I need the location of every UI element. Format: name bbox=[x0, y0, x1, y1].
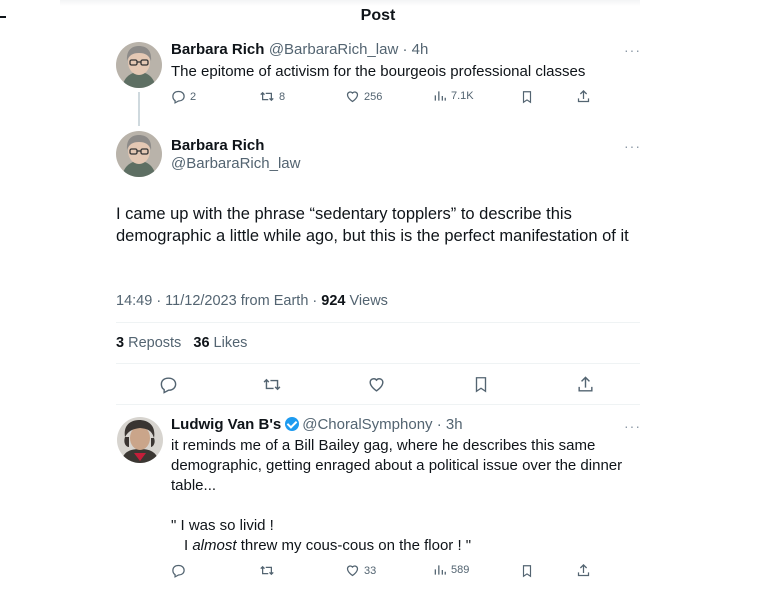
reply-button[interactable] bbox=[159, 375, 178, 399]
views-button[interactable]: 589 bbox=[433, 563, 469, 577]
repost-icon bbox=[260, 565, 274, 576]
quote-line-1: " I was so livid ! bbox=[171, 517, 274, 534]
page-title: Post bbox=[360, 7, 396, 24]
repost-button[interactable] bbox=[259, 563, 275, 578]
reply-icon bbox=[160, 377, 177, 394]
author-name[interactable]: Barbara Rich bbox=[171, 41, 264, 58]
reply-button[interactable] bbox=[171, 563, 186, 578]
tweet-time[interactable]: 4h bbox=[412, 41, 429, 58]
parent-tweet-header: Barbara Rich @BarbaraRich_law · 4h bbox=[171, 41, 429, 58]
repost-button[interactable]: 8 bbox=[259, 89, 285, 104]
like-count: 256 bbox=[364, 90, 383, 103]
views-icon bbox=[434, 565, 446, 575]
share-button[interactable] bbox=[576, 375, 595, 399]
divider bbox=[116, 404, 640, 405]
top-fade bbox=[60, 0, 640, 6]
tweet-text: it reminds me of a Bill Bailey gag, wher… bbox=[171, 437, 623, 494]
like-count: 33 bbox=[364, 564, 377, 577]
tweet-meta: 14:49 · 11/12/2023 from Earth · 924 View… bbox=[116, 293, 388, 309]
quote-emphasis: almost bbox=[192, 537, 237, 554]
quote-text: threw my cous-cous on the floor ! " bbox=[236, 537, 472, 554]
more-options-button[interactable]: ··· bbox=[624, 42, 641, 58]
reply-button[interactable]: 2 bbox=[171, 89, 196, 104]
tweet-timestamp[interactable]: 14:49 · 11/12/2023 from Earth · bbox=[116, 293, 321, 309]
like-button[interactable] bbox=[367, 375, 386, 399]
likes-stat[interactable]: 36 Likes bbox=[193, 335, 247, 351]
repost-count: 8 bbox=[279, 90, 286, 103]
reply-icon bbox=[172, 564, 185, 578]
repost-button[interactable] bbox=[262, 375, 282, 399]
reposts-label: Reposts bbox=[124, 335, 182, 351]
author-handle[interactable]: @BarbaraRich_law bbox=[269, 41, 398, 58]
views-button[interactable]: 7.1K bbox=[433, 89, 474, 103]
quote-line-2: I almost threw my cous-cous on the floor… bbox=[184, 536, 471, 556]
like-button[interactable]: 256 bbox=[345, 89, 382, 104]
likes-count: 36 bbox=[193, 335, 210, 351]
author-name[interactable]: Ludwig Van B's bbox=[171, 416, 281, 433]
share-button[interactable] bbox=[576, 89, 591, 109]
bookmark-icon bbox=[522, 565, 532, 578]
repost-icon bbox=[260, 91, 274, 102]
bookmark-icon bbox=[522, 91, 532, 104]
author-name[interactable]: Barbara Rich bbox=[171, 137, 264, 154]
avatar[interactable] bbox=[117, 417, 163, 463]
avatar[interactable] bbox=[116, 42, 162, 88]
bookmark-button[interactable] bbox=[520, 563, 534, 584]
author-handle[interactable]: @BarbaraRich_law bbox=[171, 155, 300, 172]
reply-icon bbox=[172, 90, 185, 104]
reply-tweet-header: Ludwig Van B's @ChoralSymphony · 3h bbox=[171, 416, 463, 433]
heart-icon bbox=[346, 91, 359, 103]
reply-count: 2 bbox=[190, 90, 197, 103]
views-count: 7.1K bbox=[451, 90, 474, 102]
author-handle[interactable]: @ChoralSymphony bbox=[302, 416, 432, 433]
thread-line bbox=[138, 92, 140, 126]
engagement-stats: 3 Reposts 36 Likes bbox=[116, 335, 247, 351]
bookmark-button[interactable] bbox=[472, 375, 490, 399]
main-tweet-text: I came up with the phrase “sedentary top… bbox=[116, 205, 629, 245]
share-icon bbox=[578, 376, 593, 392]
views-count: 924 bbox=[321, 293, 346, 309]
more-options-button[interactable]: ··· bbox=[624, 418, 641, 434]
share-icon bbox=[577, 563, 590, 577]
views-count: 589 bbox=[451, 564, 470, 576]
more-options-button[interactable]: ··· bbox=[624, 138, 641, 154]
heart-icon bbox=[346, 565, 359, 577]
reposts-count: 3 bbox=[116, 335, 125, 351]
views-label: Views bbox=[345, 293, 388, 309]
share-icon bbox=[577, 89, 590, 103]
like-button[interactable]: 33 bbox=[345, 563, 376, 578]
tweet-text: The epitome of activism for the bourgeoi… bbox=[171, 63, 586, 80]
share-button[interactable] bbox=[576, 563, 591, 583]
tweet-time[interactable]: 3h bbox=[446, 416, 463, 433]
repost-icon bbox=[263, 378, 281, 391]
avatar[interactable] bbox=[116, 131, 162, 177]
divider bbox=[116, 363, 640, 364]
divider bbox=[116, 322, 640, 323]
heart-icon bbox=[369, 378, 384, 392]
likes-label: Likes bbox=[209, 335, 248, 351]
reposts-stat[interactable]: 3 Reposts bbox=[116, 335, 181, 351]
verified-badge-icon bbox=[285, 417, 300, 431]
views-icon bbox=[434, 91, 446, 101]
bookmark-icon bbox=[475, 377, 487, 393]
bookmark-button[interactable] bbox=[520, 89, 534, 110]
